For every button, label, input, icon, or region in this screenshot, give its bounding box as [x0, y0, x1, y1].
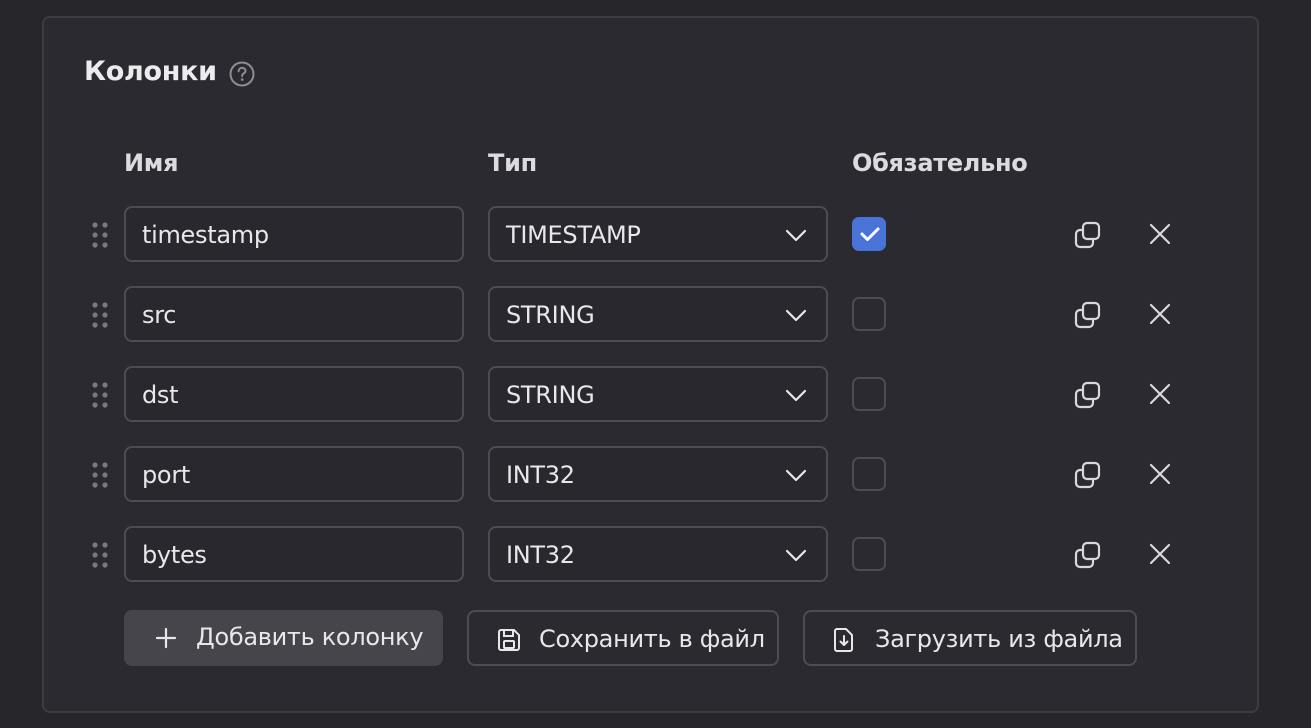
question-circle-icon[interactable]: [228, 60, 256, 88]
column-type-select[interactable]: INT32: [488, 446, 828, 502]
load-from-file-button[interactable]: Загрузить из файла: [803, 610, 1137, 666]
column-name-value: timestamp: [142, 221, 269, 249]
header-required: Обязательно: [852, 149, 1028, 177]
column-name-input[interactable]: src: [124, 286, 464, 342]
load-from-file-label: Загрузить из файла: [875, 625, 1123, 653]
column-name-value: bytes: [142, 541, 207, 569]
column-type-value: INT32: [506, 541, 575, 569]
drag-handle-icon[interactable]: [90, 301, 110, 329]
column-name-value: src: [142, 301, 177, 329]
close-icon[interactable]: [1146, 380, 1174, 408]
header-type: Тип: [488, 149, 537, 177]
column-name-input[interactable]: dst: [124, 366, 464, 422]
column-type-select[interactable]: INT32: [488, 526, 828, 582]
close-icon[interactable]: [1146, 220, 1174, 248]
column-row: bytes INT32: [0, 526, 1311, 582]
chevron-down-icon: [785, 229, 807, 242]
chevron-down-icon: [785, 549, 807, 562]
drag-handle-icon[interactable]: [90, 461, 110, 489]
required-checkbox[interactable]: [852, 457, 886, 491]
column-name-input[interactable]: port: [124, 446, 464, 502]
save-to-file-label: Сохранить в файл: [539, 625, 765, 653]
column-type-select[interactable]: STRING: [488, 286, 828, 342]
column-name-input[interactable]: timestamp: [124, 206, 464, 262]
columns-panel: [42, 16, 1259, 713]
add-column-label: Добавить колонку: [196, 623, 424, 651]
add-column-button[interactable]: Добавить колонку: [124, 610, 443, 666]
chevron-down-icon: [785, 309, 807, 322]
duplicate-icon[interactable]: [1072, 459, 1104, 491]
file-download-icon: [834, 628, 853, 652]
header-name: Имя: [124, 149, 179, 177]
duplicate-icon[interactable]: [1072, 379, 1104, 411]
chevron-down-icon: [785, 469, 807, 482]
column-type-value: INT32: [506, 461, 575, 489]
column-row: dst STRING: [0, 366, 1311, 422]
column-name-input[interactable]: bytes: [124, 526, 464, 582]
column-type-value: STRING: [506, 381, 595, 409]
required-checkbox[interactable]: [852, 297, 886, 331]
required-checkbox[interactable]: [852, 537, 886, 571]
column-type-select[interactable]: STRING: [488, 366, 828, 422]
section-title: Колонки: [84, 56, 217, 87]
duplicate-icon[interactable]: [1072, 539, 1104, 571]
column-type-value: STRING: [506, 301, 595, 329]
drag-handle-icon[interactable]: [90, 541, 110, 569]
duplicate-icon[interactable]: [1072, 299, 1104, 331]
save-to-file-button[interactable]: Сохранить в файл: [467, 610, 779, 666]
chevron-down-icon: [785, 389, 807, 402]
column-type-select[interactable]: TIMESTAMP: [488, 206, 828, 262]
column-type-value: TIMESTAMP: [506, 221, 641, 249]
drag-handle-icon[interactable]: [90, 381, 110, 409]
column-name-value: dst: [142, 381, 179, 409]
column-row: timestamp TIMESTAMP: [0, 206, 1311, 262]
checkmark-icon: [860, 227, 880, 241]
drag-handle-icon[interactable]: [90, 221, 110, 249]
plus-icon: [155, 627, 177, 649]
duplicate-icon[interactable]: [1072, 219, 1104, 251]
close-icon[interactable]: [1146, 300, 1174, 328]
column-row: src STRING: [0, 286, 1311, 342]
close-icon[interactable]: [1146, 540, 1174, 568]
required-checkbox[interactable]: [852, 217, 886, 251]
floppy-disk-icon: [498, 629, 520, 651]
column-name-value: port: [142, 461, 190, 489]
column-row: port INT32: [0, 446, 1311, 502]
close-icon[interactable]: [1146, 460, 1174, 488]
required-checkbox[interactable]: [852, 377, 886, 411]
